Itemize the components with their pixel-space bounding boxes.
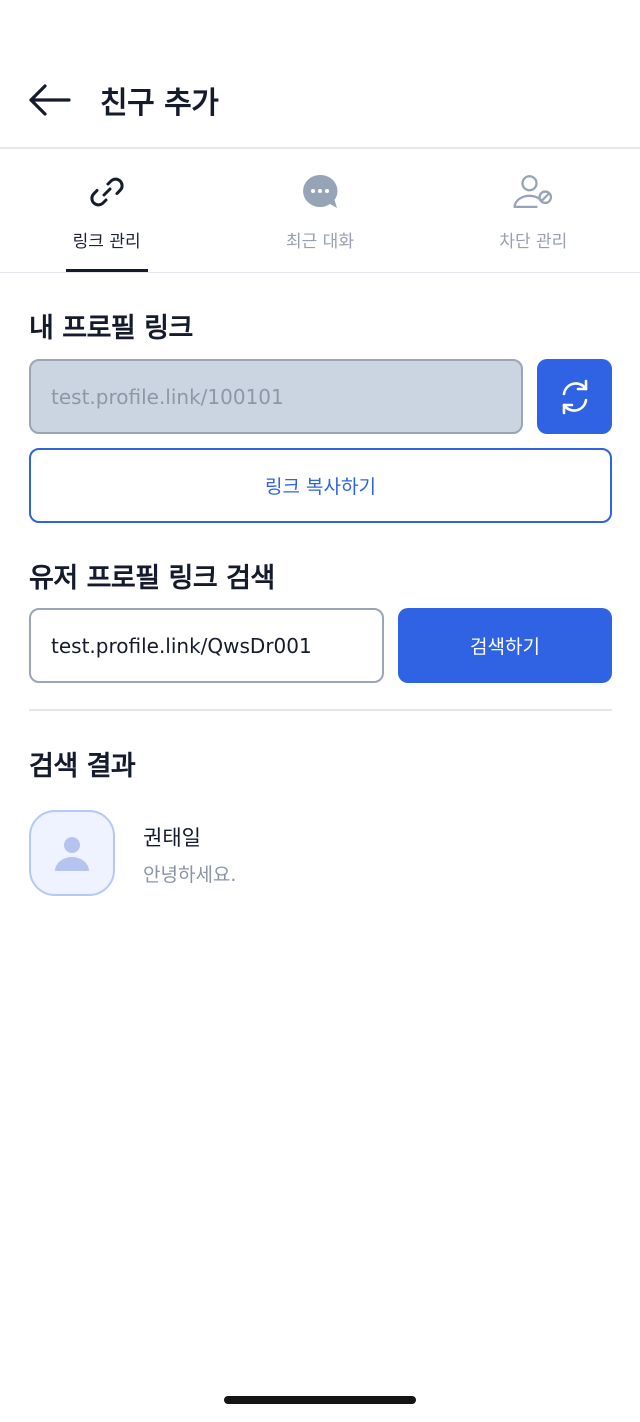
home-indicator — [224, 1396, 416, 1404]
page-title: 친구 추가 — [100, 86, 219, 121]
result-status-message: 안녕하세요. — [143, 864, 237, 886]
section-divider — [29, 709, 612, 711]
search-button[interactable]: 검색하기 — [398, 608, 612, 683]
arrow-left-icon — [29, 84, 71, 116]
result-name: 권태일 — [143, 826, 201, 850]
my-profile-link-title: 내 프로필 링크 — [29, 313, 193, 344]
tab-label: 링크 관리 — [72, 232, 141, 252]
header: 친구 추가 — [0, 50, 640, 148]
refresh-icon — [562, 379, 587, 414]
add-friend-screen: 친구 추가 링크 관리 최근 대화 차단 관리 내 프로필 링크 test.pr… — [0, 0, 640, 1422]
my-profile-link-field: test.profile.link/100101 — [29, 359, 523, 434]
search-profile-link-title: 유저 프로필 링크 검색 — [29, 563, 275, 594]
tabs-divider — [0, 272, 640, 273]
search-link-input[interactable]: test.profile.link/QwsDr001 — [29, 608, 384, 683]
tab-recent-chats[interactable]: 최근 대화 — [213, 149, 426, 273]
link-icon — [86, 171, 128, 213]
tab-block-manage[interactable]: 차단 관리 — [427, 149, 640, 273]
search-results-title: 검색 결과 — [29, 751, 136, 782]
back-button[interactable] — [26, 80, 72, 120]
user-block-icon — [512, 171, 554, 213]
avatar — [29, 810, 115, 896]
user-icon — [55, 837, 89, 871]
tab-label: 차단 관리 — [499, 232, 568, 252]
chat-bubble-icon — [299, 171, 341, 213]
tab-link-manage[interactable]: 링크 관리 — [0, 149, 213, 273]
tab-label: 최근 대화 — [286, 232, 354, 252]
tab-bar: 링크 관리 최근 대화 차단 관리 — [0, 149, 640, 273]
copy-link-button[interactable]: 링크 복사하기 — [29, 448, 612, 523]
result-list-item[interactable]: 권태일 안녕하세요. — [29, 810, 612, 896]
refresh-link-button[interactable] — [537, 359, 612, 434]
